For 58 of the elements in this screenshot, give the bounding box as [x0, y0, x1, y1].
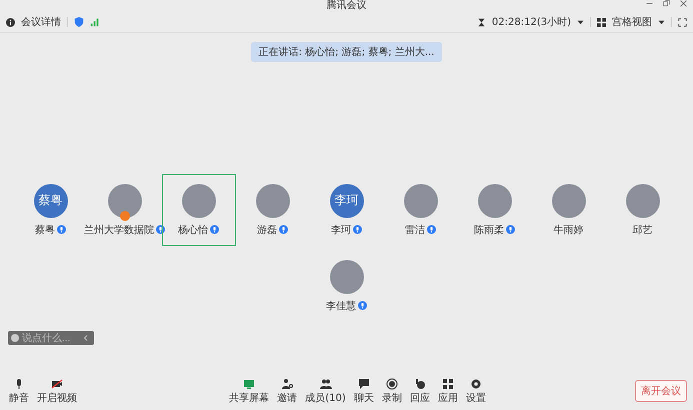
share-button[interactable]: 共享屏幕: [226, 378, 272, 404]
caret-icon: [577, 18, 584, 26]
participant-name: 兰州大学数据院: [84, 224, 154, 236]
invite-button[interactable]: 邀请: [274, 378, 300, 404]
record-icon: [386, 378, 398, 390]
screen-icon: [243, 378, 256, 390]
chat-button[interactable]: 聊天: [350, 378, 377, 404]
microphone-icon: [506, 225, 515, 234]
settings-button[interactable]: 设置: [462, 378, 489, 404]
participant-name: 游磊: [257, 224, 277, 236]
restore-icon: [663, 0, 670, 7]
microphone-icon: [279, 225, 288, 234]
leave-meeting-button[interactable]: 离开会议: [635, 380, 687, 402]
participant-name: 蔡粤: [35, 224, 55, 236]
participant-name: 牛雨婷: [554, 224, 584, 236]
caret-icon: [658, 18, 665, 26]
hourglass-icon: [476, 18, 486, 26]
view-mode-dropdown[interactable]: 宫格视图: [612, 15, 652, 29]
meeting-info-link[interactable]: 会议详情: [21, 15, 61, 29]
participant-name: 雷洁: [405, 224, 425, 236]
minimize-icon: [646, 0, 653, 7]
chevron-left-icon: [83, 335, 89, 341]
smiley-icon: [11, 334, 19, 342]
microphone-icon: [57, 225, 66, 234]
speech-bubble-icon: [358, 378, 370, 390]
participant-name: 杨心怡: [178, 224, 208, 236]
microphone-icon: [210, 225, 219, 234]
speaking-banner: 正在讲话: 杨心怡; 游磊; 蔡粤; 兰州大...: [250, 42, 442, 62]
avatar: 李珂: [330, 184, 364, 218]
react-button[interactable]: 回应: [406, 378, 433, 404]
chat-input-field[interactable]: 说点什么...: [8, 331, 94, 345]
close-icon: [680, 0, 687, 7]
record-button[interactable]: 录制: [378, 378, 405, 404]
host-badge: [120, 210, 130, 220]
microphone-icon: [358, 301, 367, 310]
microphone-icon: [156, 225, 165, 234]
grid-icon: [442, 378, 454, 390]
participant-name: 邱艺: [632, 224, 652, 236]
participant-name: 李珂: [331, 224, 351, 236]
microphone-icon: [353, 225, 362, 234]
mic-button[interactable]: 静音: [6, 378, 32, 404]
apps-button[interactable]: 应用: [434, 378, 461, 404]
people-icon: [320, 378, 332, 390]
signal-icon: [90, 17, 100, 27]
avatar: 蔡粤: [34, 184, 68, 218]
grid-icon: [597, 18, 606, 26]
info-icon: [6, 18, 15, 26]
participant-name: 李佳慧: [326, 300, 356, 312]
members-button[interactable]: 成员(10): [302, 378, 349, 404]
fullscreen-icon: [678, 18, 687, 26]
microphone-icon: [427, 225, 436, 234]
video-button[interactable]: 开启视频: [34, 378, 80, 404]
crossed-camera-icon: [51, 378, 63, 390]
participant-tile[interactable]: 杨心怡: [162, 174, 236, 246]
participant-name: 陈雨柔: [474, 224, 504, 236]
shield-icon: [74, 17, 84, 27]
meeting-timer[interactable]: 02:28:12(3小时): [492, 15, 571, 29]
person-plus-icon: [281, 378, 294, 390]
